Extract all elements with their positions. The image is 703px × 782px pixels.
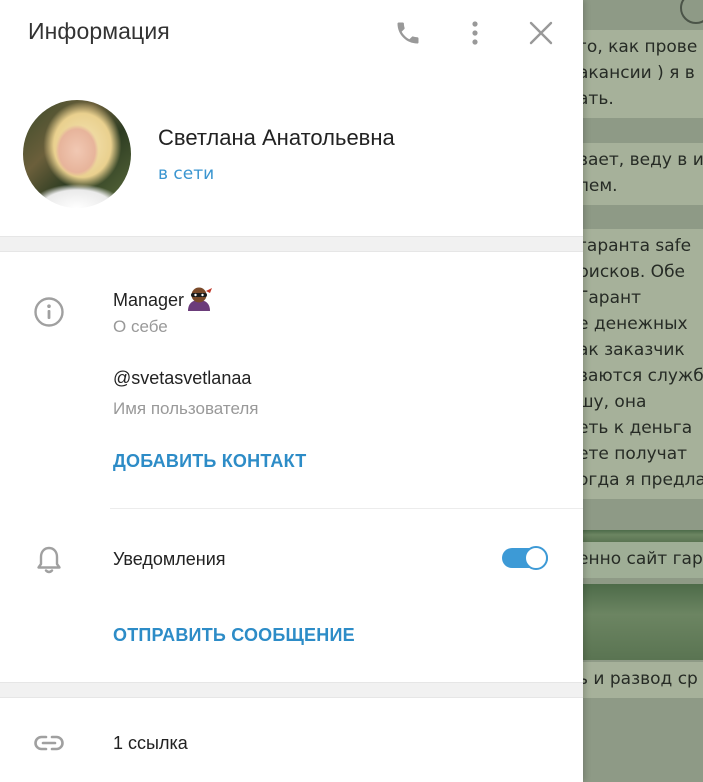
add-contact-button[interactable]: ДОБАВИТЬ КОНТАКТ bbox=[113, 451, 306, 472]
bio-caption: О себе bbox=[113, 317, 168, 336]
toggle-knob bbox=[524, 546, 548, 570]
bio-value: Manager bbox=[113, 290, 185, 310]
media-preview bbox=[583, 584, 703, 660]
phone-icon[interactable] bbox=[393, 18, 423, 48]
online-status: в сети bbox=[158, 164, 215, 184]
info-icon bbox=[32, 295, 66, 329]
ninja-emoji-icon bbox=[188, 287, 213, 311]
row-divider bbox=[110, 508, 583, 509]
username-text[interactable]: @svetasvetlanaa bbox=[113, 368, 251, 389]
close-icon[interactable] bbox=[526, 18, 556, 48]
notifications-label: Уведомления bbox=[113, 549, 226, 569]
media-preview bbox=[583, 530, 703, 542]
username-caption: Имя пользователя bbox=[113, 399, 259, 418]
user-info-panel: Информация Светлана Анатольевна в сети M… bbox=[0, 0, 583, 782]
more-vertical-icon[interactable] bbox=[460, 18, 490, 48]
section-divider bbox=[0, 682, 583, 698]
bell-icon bbox=[32, 543, 66, 577]
panel-title: Информация bbox=[28, 18, 170, 44]
avatar[interactable] bbox=[23, 100, 131, 208]
profile-name: Светлана Анатольевна bbox=[158, 125, 395, 150]
section-divider bbox=[0, 236, 583, 252]
shared-links-item[interactable]: 1 ссылка bbox=[113, 733, 188, 754]
link-icon bbox=[32, 726, 66, 760]
send-message-button[interactable]: ОТПРАВИТЬ СООБЩЕНИЕ bbox=[113, 625, 355, 646]
notifications-toggle[interactable] bbox=[502, 546, 548, 570]
bio-text: Manager bbox=[113, 285, 213, 311]
background-circle-icon bbox=[680, 0, 703, 24]
